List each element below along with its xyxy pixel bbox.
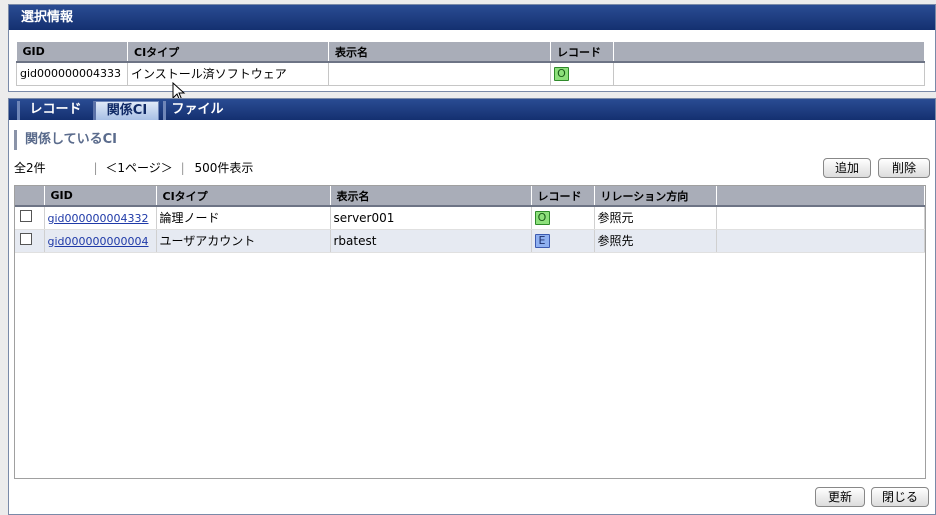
display-name-cell: rbatest	[330, 229, 532, 253]
pager-separator: |	[93, 161, 98, 175]
direction-cell: 参照先	[594, 229, 717, 253]
record-cell: E	[531, 229, 595, 253]
related-ci-table: GID CIタイプ 表示名 レコード リレーション方向 gid000000004…	[15, 186, 925, 253]
empty-cell	[716, 205, 925, 230]
tab-panel: レコード 関係CI ファイル 関係しているCI 全2件 | ＜1ページ＞ | 5…	[8, 98, 936, 515]
col-record: レコード	[550, 42, 614, 62]
section-title: 関係しているCI	[14, 130, 117, 150]
gid-cell: gid000000000004	[44, 229, 157, 253]
gid-link[interactable]: gid000000000004	[48, 235, 149, 248]
table-row: gid000000004333 インストール済ソフトウェア O	[16, 61, 925, 86]
record-o-icon[interactable]: O	[534, 211, 550, 226]
col-ci-type: CIタイプ	[127, 42, 329, 62]
close-button[interactable]: 閉じる	[871, 487, 929, 507]
selection-table: GID CIタイプ 表示名 レコード gid000000004333 インストー…	[16, 42, 925, 86]
record-cell: O	[531, 205, 595, 230]
selected-display-name	[328, 61, 551, 86]
tab-bar: レコード 関係CI ファイル	[9, 99, 935, 120]
tab-record[interactable]: レコード	[17, 101, 91, 120]
row-checkbox-cell	[15, 229, 45, 253]
table-row: gid000000000004 ユーザアカウント rbatest E 参照先	[15, 229, 925, 253]
col-record: レコード	[531, 186, 595, 206]
page-nav[interactable]: ＜1ページ＞	[105, 161, 172, 175]
col-ci-type: CIタイプ	[156, 186, 331, 206]
empty-cell	[716, 229, 925, 253]
col-relation-direction: リレーション方向	[594, 186, 717, 206]
col-display-name: 表示名	[328, 42, 551, 62]
col-display-name: 表示名	[330, 186, 532, 206]
record-e-icon[interactable]: E	[534, 234, 550, 248]
refresh-button[interactable]: 更新	[815, 487, 865, 507]
col-checkbox	[15, 186, 45, 206]
col-gid: GID	[16, 42, 128, 62]
ci-type-cell: 論理ノード	[156, 205, 331, 230]
empty-cell	[613, 61, 925, 86]
col-gid: GID	[44, 186, 157, 206]
tab-related-ci[interactable]: 関係CI	[93, 101, 159, 120]
selected-ci-type: インストール済ソフトウェア	[127, 61, 329, 86]
pager-separator: |	[180, 161, 185, 175]
related-ci-list: GID CIタイプ 表示名 レコード リレーション方向 gid000000004…	[14, 185, 926, 479]
selection-info-panel: 選択情報 GID CIタイプ 表示名 レコード gid000000004333 …	[8, 4, 936, 92]
gid-link[interactable]: gid000000004332	[48, 212, 149, 225]
selected-gid: gid000000004333	[16, 61, 128, 86]
per-page: 500件表示	[194, 161, 254, 175]
selected-record-cell: O	[550, 61, 614, 86]
selection-info-title: 選択情報	[9, 5, 935, 30]
ci-type-cell: ユーザアカウント	[156, 229, 331, 253]
record-o-icon[interactable]: O	[554, 67, 569, 82]
gid-cell: gid000000004332	[44, 205, 157, 230]
row-checkbox[interactable]	[20, 210, 32, 223]
table-row: gid000000004332 論理ノード server001 O 参照元	[15, 205, 925, 230]
col-empty	[613, 42, 925, 62]
direction-cell: 参照元	[594, 205, 717, 230]
row-checkbox[interactable]	[20, 233, 32, 245]
pager: 全2件 | ＜1ページ＞ | 500件表示	[14, 159, 253, 177]
col-empty	[716, 186, 925, 206]
total-count: 全2件	[14, 161, 46, 175]
row-checkbox-cell	[15, 205, 45, 230]
delete-button[interactable]: 削除	[878, 158, 930, 178]
tab-file[interactable]: ファイル	[163, 101, 229, 120]
add-button[interactable]: 追加	[823, 158, 871, 178]
display-name-cell: server001	[330, 205, 532, 230]
